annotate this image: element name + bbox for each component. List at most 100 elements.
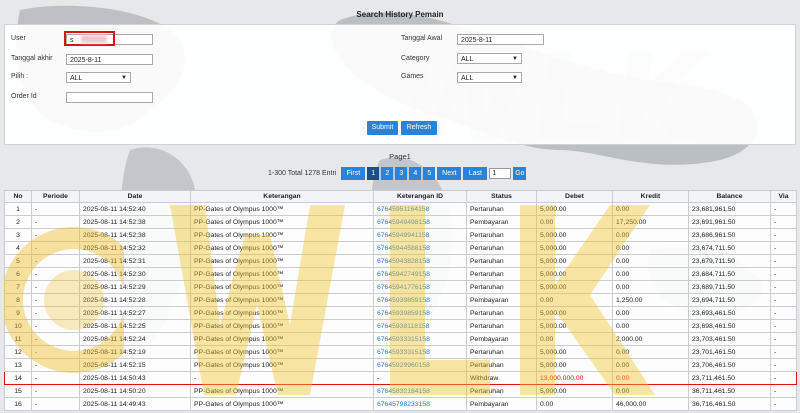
cell-kredit: 0.00 xyxy=(612,345,689,359)
header-date[interactable]: Date xyxy=(79,190,191,203)
cell-via: - xyxy=(770,332,797,346)
tanggal-akhir-label: Tanggal akhir xyxy=(11,55,53,62)
cell-no: 4 xyxy=(4,241,32,255)
header-balance[interactable]: Balance xyxy=(688,190,771,203)
cell-keterangan-id[interactable]: 67645941776158 xyxy=(373,280,467,294)
cell-periode: - xyxy=(31,319,80,333)
cell-debet: 5,000.00 xyxy=(536,202,613,216)
header-status[interactable]: Status xyxy=(466,190,537,203)
cell-status: Pembayaran xyxy=(466,293,537,307)
submit-button[interactable]: Submit xyxy=(367,121,398,135)
table-row[interactable]: 4-2025-08-11 14:52:32 PP-Gates of Olympus… xyxy=(4,241,797,255)
page-number-input[interactable]: 1 xyxy=(489,168,512,179)
cell-kredit: 2,000.00 xyxy=(612,332,689,346)
cell-keterangan-id[interactable]: 67645939859158 xyxy=(373,306,467,320)
table-row[interactable]: 8-2025-08-11 14:52:28 PP-Gates of Olympus… xyxy=(4,293,797,307)
category-select[interactable]: ALL ▼ xyxy=(457,53,522,64)
tanggal-awal-input[interactable]: 2025-8-11 xyxy=(457,34,544,45)
cell-date: 2025-08-11 14:52:25 xyxy=(79,319,191,333)
cell-keterangan-id[interactable]: 67645943828158 xyxy=(373,254,467,268)
table-row[interactable]: 13-2025-08-11 14:52:15 PP-Gates of Olympu… xyxy=(4,358,797,372)
search-filter-panel: User s Tanggal Awal 2025-8-11 Tanggal ak… xyxy=(4,24,796,145)
header-no[interactable]: No xyxy=(4,190,32,203)
cell-periode: - xyxy=(31,280,80,294)
cell-keterangan-id[interactable]: 67645949498158 xyxy=(373,215,467,229)
cell-debet: 5,000.00 xyxy=(536,267,613,281)
header-keterangan-id[interactable]: Keterangan ID xyxy=(373,190,467,203)
go-button[interactable]: Go xyxy=(513,167,527,180)
cell-date: 2025-08-11 14:52:28 xyxy=(79,293,191,307)
cell-periode: - xyxy=(31,332,80,346)
next-page-button[interactable]: Next xyxy=(437,167,462,180)
page-button-3[interactable]: 3 xyxy=(395,167,408,180)
table-row[interactable]: 5-2025-08-11 14:52:31 PP-Gates of Olympus… xyxy=(4,254,797,268)
table-row[interactable]: 16-2025-08-11 14:49:43 PP-Gates of Olympu… xyxy=(4,397,797,411)
header-debet[interactable]: Debet xyxy=(536,190,613,203)
table-header-row: No Periode Date Keterangan Keterangan ID… xyxy=(4,190,797,203)
cell-keterangan-id[interactable]: 67645939859158 xyxy=(373,293,467,307)
table-row[interactable]: 12-2025-08-11 14:52:19 PP-Gates of Olympu… xyxy=(4,345,797,359)
cell-keterangan-id[interactable]: 67645832184158 xyxy=(373,384,467,398)
cell-keterangan-id[interactable]: 67645951164158 xyxy=(373,202,467,216)
table-row[interactable]: 7-2025-08-11 14:52:29 PP-Gates of Olympus… xyxy=(4,280,797,294)
cell-keterangan-id[interactable]: 67645798233158 xyxy=(373,397,467,411)
cell-status: Pertaruhan xyxy=(466,306,537,320)
page-button-1[interactable]: 1 xyxy=(367,167,380,180)
cell-no: 1 xyxy=(4,202,32,216)
cell-keterangan-id[interactable]: 67645929960158 xyxy=(373,358,467,372)
pilih-select[interactable]: ALL ▼ xyxy=(66,72,131,83)
cell-keterangan-id[interactable]: 67645933315158 xyxy=(373,345,467,359)
header-periode[interactable]: Periode xyxy=(31,190,80,203)
tanggal-akhir-input[interactable]: 2025-8-11 xyxy=(66,54,153,65)
cell-no: 2 xyxy=(4,215,32,229)
cell-status: Pembayaran xyxy=(466,332,537,346)
cell-periode: - xyxy=(31,371,80,385)
cell-status: Pertaruhan xyxy=(466,228,537,242)
table-row[interactable]: 11-2025-08-11 14:52:24 PP-Gates of Olympu… xyxy=(4,332,797,346)
table-row[interactable]: 15-2025-08-11 14:50:20 PP-Gates of Olympu… xyxy=(4,384,797,398)
cell-balance: 23,698,461.50 xyxy=(688,319,771,333)
cell-status: Pertaruhan xyxy=(466,319,537,333)
category-label: Category xyxy=(401,55,430,62)
cell-debet: 5,000.00 xyxy=(536,358,613,372)
cell-no: 10 xyxy=(4,319,32,333)
cell-via: - xyxy=(770,215,797,229)
cell-keterangan-id[interactable]: 67645949941158 xyxy=(373,228,467,242)
page-button-5[interactable]: 5 xyxy=(423,167,436,180)
cell-keterangan-id[interactable]: 67645944588158 xyxy=(373,241,467,255)
table-row[interactable]: 6-2025-08-11 14:52:30 PP-Gates of Olympus… xyxy=(4,267,797,281)
table-row[interactable]: 3-2025-08-11 14:52:38 PP-Gates of Olympus… xyxy=(4,228,797,242)
cell-balance: 23,694,711.50 xyxy=(688,293,771,307)
cell-status: Pembayaran xyxy=(466,397,537,411)
table-row[interactable]: 10-2025-08-11 14:52:25 PP-Gates of Olympu… xyxy=(4,319,797,333)
refresh-button[interactable]: Refresh xyxy=(401,121,437,135)
pagination: 1-300 Total 1278 Entri First 1 2 3 4 5 N… xyxy=(268,167,528,180)
cell-keterangan-id[interactable]: 67645933315158 xyxy=(373,332,467,346)
cell-debet: 5,000.00 xyxy=(536,280,613,294)
page-button-2[interactable]: 2 xyxy=(381,167,394,180)
cell-status: Pertaruhan xyxy=(466,345,537,359)
cell-status: Pertaruhan xyxy=(466,202,537,216)
header-kredit[interactable]: Kredit xyxy=(612,190,689,203)
table-row[interactable]: 14-2025-08-11 14:50:43- - Withdraw 13,000,0… xyxy=(4,371,797,385)
cell-keterangan-id[interactable]: 67645942749158 xyxy=(373,267,467,281)
cell-date: 2025-08-11 14:50:20 xyxy=(79,384,191,398)
table-row[interactable]: 1-2025-08-11 14:52:40 PP-Gates of Olympus… xyxy=(4,202,797,216)
games-select[interactable]: ALL ▼ xyxy=(457,72,522,83)
cell-balance: 36,711,461.50 xyxy=(688,384,771,398)
order-id-input[interactable] xyxy=(66,92,153,103)
cell-keterangan: PP-Gates of Olympus 1000™ xyxy=(190,202,374,216)
page-button-4[interactable]: 4 xyxy=(409,167,422,180)
last-page-button[interactable]: Last xyxy=(463,167,488,180)
table-row[interactable]: 2-2025-08-11 14:52:38 PP-Gates of Olympus… xyxy=(4,215,797,229)
user-label: User xyxy=(11,35,26,42)
cell-periode: - xyxy=(31,267,80,281)
cell-debet: 5,000.00 xyxy=(536,384,613,398)
cell-via: - xyxy=(770,397,797,411)
cell-keterangan-id[interactable]: 67645938118158 xyxy=(373,319,467,333)
table-row[interactable]: 9-2025-08-11 14:52:27 PP-Gates of Olympus… xyxy=(4,306,797,320)
header-keterangan[interactable]: Keterangan xyxy=(190,190,374,203)
first-page-button[interactable]: First xyxy=(341,167,366,180)
header-via[interactable]: Via xyxy=(770,190,797,203)
cell-kredit: 0.00 xyxy=(612,358,689,372)
